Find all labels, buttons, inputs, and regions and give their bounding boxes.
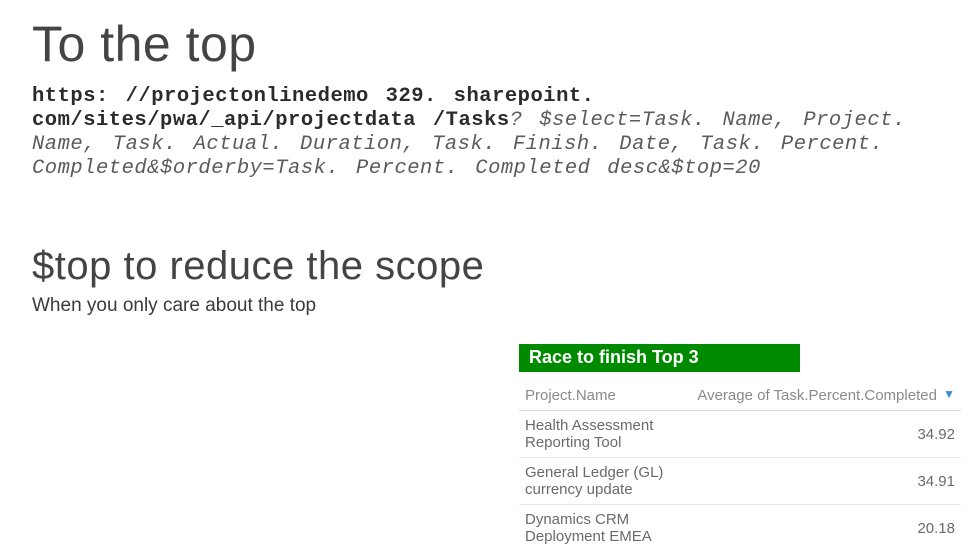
cell-project-name: Dynamics CRM Deployment EMEA — [519, 505, 691, 551]
sort-desc-icon: ▼ — [943, 387, 955, 401]
table-row: Health Assessment Reporting Tool 34.92 — [519, 411, 961, 458]
col-header-project-name: Project.Name — [519, 382, 691, 411]
section-subheading: $top to reduce the scope — [32, 245, 947, 287]
slide: To the top https: //projectonlinedemo 32… — [0, 0, 979, 551]
section-body-text: When you only care about the top — [32, 295, 947, 317]
table-row: General Ledger (GL) currency update 34.9… — [519, 458, 961, 505]
top3-table: Project.Name Average of Task.Percent.Com… — [519, 382, 961, 551]
col-header-avg-percent: Average of Task.Percent.Completed ▼ — [691, 382, 961, 411]
table-row: Dynamics CRM Deployment EMEA 20.18 — [519, 505, 961, 551]
top3-chart-area: Race to finish Top 3 Project.Name Averag… — [519, 344, 961, 551]
top3-chart-title: Race to finish Top 3 — [519, 344, 800, 372]
page-title: To the top — [32, 18, 947, 71]
col-header-avg-percent-label: Average of Task.Percent.Completed — [697, 387, 937, 404]
cell-avg-percent: 20.18 — [691, 505, 961, 551]
cell-avg-percent: 34.92 — [691, 411, 961, 458]
odata-url-block: https: //projectonlinedemo 329. sharepoi… — [32, 85, 947, 182]
table-header-row: Project.Name Average of Task.Percent.Com… — [519, 382, 961, 411]
cell-avg-percent: 34.91 — [691, 458, 961, 505]
cell-project-name: Health Assessment Reporting Tool — [519, 411, 691, 458]
cell-project-name: General Ledger (GL) currency update — [519, 458, 691, 505]
